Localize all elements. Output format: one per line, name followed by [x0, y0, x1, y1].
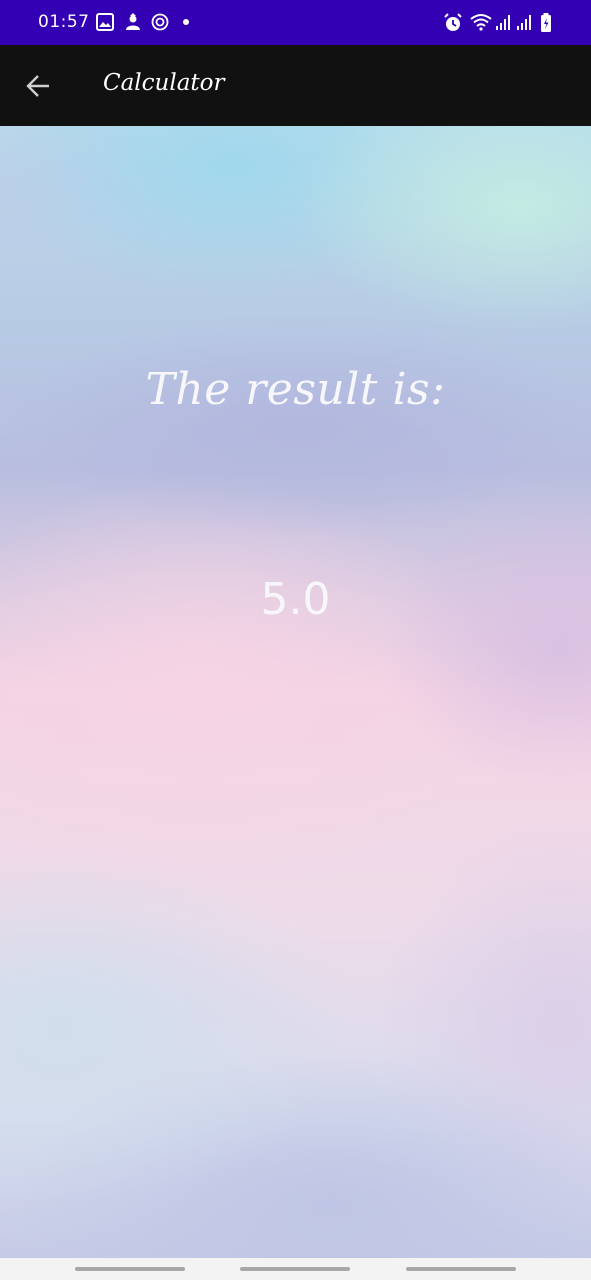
- status-bar: 01:57: [0, 0, 591, 45]
- back-button[interactable]: [20, 69, 56, 103]
- status-time: 01:57: [38, 12, 90, 32]
- screen: 01:57 Calculator The result is: 5.0: [0, 0, 591, 1280]
- signal-icon: [515, 13, 535, 35]
- wifi-icon: [470, 13, 492, 35]
- person-upload-icon: [124, 13, 142, 35]
- content-area: The result is: 5.0: [0, 126, 591, 1258]
- result-label: The result is:: [145, 364, 446, 415]
- back-handle[interactable]: [406, 1267, 516, 1271]
- arrow-left-icon: [20, 75, 56, 107]
- nav-bar: [0, 1258, 591, 1280]
- home-handle[interactable]: [240, 1267, 350, 1271]
- battery-icon: [540, 13, 552, 37]
- alarm-icon: [443, 13, 463, 37]
- gallery-icon: [96, 13, 114, 35]
- signal-icon: [494, 13, 514, 35]
- app-bar: Calculator: [0, 45, 591, 126]
- sync-icon: [151, 13, 169, 35]
- app-title: Calculator: [103, 70, 225, 96]
- recent-apps-handle[interactable]: [75, 1267, 185, 1271]
- result-value: 5.0: [260, 574, 331, 625]
- notification-dot-icon: [183, 19, 189, 25]
